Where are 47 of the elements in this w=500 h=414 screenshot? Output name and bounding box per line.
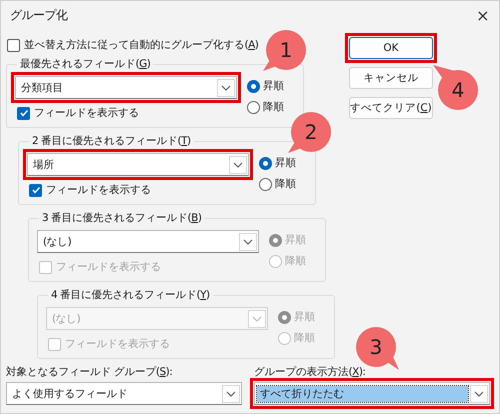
- dropdown[interactable]: よく使用するフィールド: [6, 382, 242, 405]
- chevron-down-icon[interactable]: [239, 232, 257, 250]
- radio-label: 昇順: [275, 156, 296, 170]
- dropdown-value: 分類項目: [21, 80, 64, 94]
- chevron-down-icon[interactable]: [222, 384, 240, 402]
- dialog-button[interactable]: キャンセル: [349, 67, 433, 89]
- dropdown[interactable]: すべて折りたたむ: [254, 382, 490, 405]
- group-label: 最優先されるフィールド(G): [19, 57, 152, 71]
- chevron-down-icon[interactable]: [229, 156, 247, 174]
- dropdown-value: (なし): [52, 312, 82, 326]
- group-label: 3 番目に優先されるフィールド(B): [41, 211, 202, 225]
- dropdown[interactable]: (なし): [37, 230, 259, 253]
- dropdown-value: よく使用するフィールド: [12, 386, 128, 400]
- dropdown-value: すべて折りたたむ: [257, 386, 468, 402]
- radio-label: 昇順: [294, 310, 315, 324]
- close-button[interactable]: ×: [476, 6, 489, 24]
- checkbox-label: 並べ替え方法に従って自動的にグループ化する(A): [24, 38, 258, 52]
- group-label: 2 番目に優先されるフィールド(T): [31, 134, 192, 148]
- field-label: 対象となるフィールド グループ(S):: [6, 365, 174, 379]
- dialog-button[interactable]: すべてクリア(C): [349, 97, 433, 119]
- checkbox-label: フィールドを表示する: [56, 260, 161, 274]
- chevron-down-icon[interactable]: [470, 384, 488, 402]
- checkbox[interactable]: [7, 38, 20, 52]
- radio-button[interactable]: [259, 178, 272, 190]
- radio-label: 降順: [285, 254, 306, 268]
- checkbox-label: フィールドを表示する: [34, 106, 139, 120]
- chevron-down-icon[interactable]: [217, 78, 235, 96]
- checkbox[interactable]: [29, 184, 42, 196]
- dropdown-value: (なし): [43, 234, 72, 248]
- checkbox[interactable]: [17, 106, 30, 120]
- dialog-button[interactable]: OK: [349, 37, 433, 59]
- dropdown[interactable]: 分類項目: [15, 76, 237, 99]
- radio-label: 降順: [275, 177, 296, 191]
- radio-button[interactable]: [259, 156, 272, 170]
- radio-label: 降順: [263, 100, 284, 114]
- radio-label: 昇順: [285, 233, 306, 247]
- radio-button[interactable]: [247, 80, 260, 92]
- group-label: 4 番目に優先されるフィールド(Y): [50, 288, 211, 302]
- radio-label: 昇順: [263, 79, 284, 93]
- field-label: グループの表示方法(X):: [254, 365, 366, 379]
- window-title: グループ化: [10, 6, 68, 24]
- dropdown[interactable]: 場所: [27, 153, 249, 176]
- dropdown-value: 場所: [33, 158, 55, 172]
- radio-label: 降順: [294, 331, 315, 345]
- checkbox-label: フィールドを表示する: [65, 337, 170, 351]
- radio-button[interactable]: [247, 100, 260, 114]
- checkbox-label: フィールドを表示する: [46, 183, 151, 197]
